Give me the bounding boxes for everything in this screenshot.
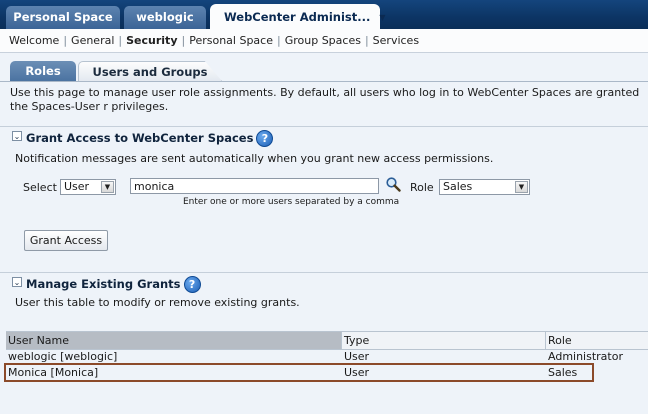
top-tab-bar: Personal Space weblogic WebCenter Admini…	[0, 0, 648, 29]
search-icon[interactable]	[385, 176, 401, 192]
grant-note: Notification messages are sent automatic…	[15, 152, 494, 165]
grant-access-title-text: Grant Access to WebCenter Spaces	[26, 131, 254, 145]
select-type-value: User	[64, 180, 90, 193]
select-label: Select	[23, 181, 57, 194]
role-label: Role	[410, 181, 434, 194]
cell-role: Sales	[548, 366, 578, 379]
manage-note: User this table to modify or remove exis…	[15, 296, 300, 309]
help-icon[interactable]: ?	[256, 130, 274, 147]
subnav-welcome[interactable]: Welcome	[9, 34, 59, 47]
subnav-group-spaces[interactable]: Group Spaces	[285, 34, 361, 47]
subnav-personal-space[interactable]: Personal Space	[189, 34, 273, 47]
subnav-separator: |	[63, 34, 68, 47]
table-row[interactable]: Monica [Monica] User Sales	[6, 364, 648, 381]
user-input-hint: Enter one or more users separated by a c…	[183, 197, 400, 207]
subnav-separator: |	[276, 34, 281, 47]
manage-grants-title-text: Manage Existing Grants	[26, 277, 181, 291]
subnav-separator: |	[118, 34, 123, 47]
subnav-separator: |	[364, 34, 369, 47]
tab-roles[interactable]: Roles	[10, 61, 76, 81]
subnav-separator: |	[181, 34, 186, 47]
tab-webcenter-administration[interactable]: WebCenter Administ... ▼	[210, 4, 386, 29]
security-inner-tabs: Roles Users and Groups	[0, 53, 648, 82]
cell-user-name: weblogic [weblogic]	[8, 350, 118, 363]
tab-personal-space[interactable]: Personal Space	[6, 6, 120, 29]
cell-type: User	[344, 366, 370, 379]
subnav-general[interactable]: General	[71, 34, 114, 47]
tab-users-and-groups[interactable]: Users and Groups	[78, 61, 222, 81]
column-header-type[interactable]: Type	[342, 332, 546, 349]
role-dropdown[interactable]: Sales ▼	[439, 179, 530, 195]
grant-access-section-header: ⌄ Grant Access to WebCenter Spaces?	[0, 126, 648, 147]
collapse-icon[interactable]: ⌄	[12, 131, 22, 141]
intro-text: Use this page to manage user role assign…	[10, 86, 640, 113]
cell-role: Administrator	[548, 350, 623, 363]
select-type-dropdown[interactable]: User ▼	[60, 179, 116, 195]
collapse-icon[interactable]: ⌄	[12, 277, 22, 287]
role-value: Sales	[443, 180, 473, 193]
cell-type: User	[344, 350, 370, 363]
column-header-role[interactable]: Role	[546, 332, 648, 349]
admin-sub-nav: Welcome | General | Security | Personal Space |…	[0, 29, 648, 53]
dropdown-arrow-icon: ▼	[101, 181, 114, 193]
tab-weblogic[interactable]: weblogic	[124, 6, 206, 29]
manage-grants-section-header: ⌄ Manage Existing Grants?	[0, 272, 648, 293]
chevron-down-icon[interactable]: ▼	[379, 13, 385, 22]
tab-webcenter-administration-label: WebCenter Administ...	[224, 10, 371, 24]
user-search-input[interactable]	[130, 178, 379, 194]
manage-grants-title: Manage Existing Grants?	[26, 276, 201, 293]
subnav-security[interactable]: Security	[126, 34, 177, 47]
cell-user-name: Monica [Monica]	[8, 366, 99, 379]
subnav-services[interactable]: Services	[373, 34, 419, 47]
grant-access-title: Grant Access to WebCenter Spaces?	[26, 130, 274, 147]
help-icon[interactable]: ?	[183, 276, 201, 293]
column-header-user-name[interactable]: User Name	[6, 332, 342, 349]
table-row[interactable]: weblogic [weblogic] User Administrator	[6, 348, 648, 365]
dropdown-arrow-icon: ▼	[515, 181, 528, 193]
grant-access-button[interactable]: Grant Access	[24, 230, 108, 251]
